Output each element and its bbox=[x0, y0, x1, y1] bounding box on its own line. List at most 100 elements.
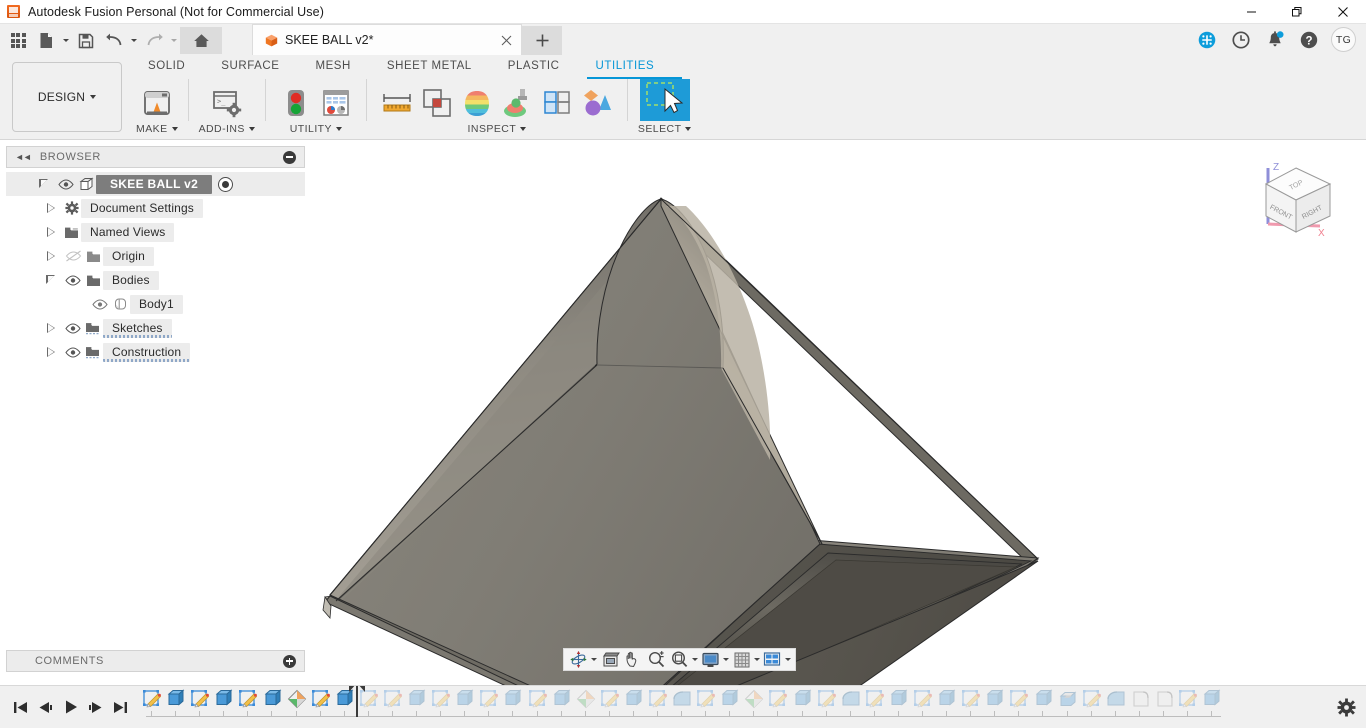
visibility-eye-icon[interactable] bbox=[62, 268, 84, 292]
close-icon[interactable] bbox=[1320, 0, 1366, 24]
timeline-feature-sketch[interactable] bbox=[863, 689, 887, 715]
undo-caret-icon[interactable] bbox=[128, 27, 140, 54]
fit-caret-icon[interactable] bbox=[691, 649, 700, 670]
expander-right-icon[interactable] bbox=[40, 220, 62, 244]
new-file-caret-icon[interactable] bbox=[60, 27, 72, 54]
close-icon[interactable] bbox=[495, 29, 517, 51]
grid-snap-button[interactable] bbox=[731, 649, 753, 670]
timeline-feature-extrude[interactable] bbox=[622, 689, 646, 715]
timeline-feature-appearance[interactable] bbox=[574, 689, 598, 715]
expander-right-icon[interactable] bbox=[40, 316, 62, 340]
panel-utility-footer[interactable]: UTILITY bbox=[290, 121, 343, 136]
tree-item-sketches[interactable]: Sketches bbox=[6, 316, 305, 340]
tree-item-named-views[interactable]: Named Views bbox=[6, 220, 305, 244]
tree-item-skee-ball-v2[interactable]: SKEE BALL v2 bbox=[6, 172, 305, 196]
timeline-feature-shell[interactable] bbox=[1056, 689, 1080, 715]
tree-item-document-settings[interactable]: Document Settings bbox=[6, 196, 305, 220]
pan-button[interactable] bbox=[622, 649, 645, 670]
event-viewer-button[interactable] bbox=[316, 81, 356, 121]
timeline-feature-sketch[interactable] bbox=[236, 689, 260, 715]
timeline-feature-extrude[interactable] bbox=[405, 689, 429, 715]
timeline-feature-sketch[interactable] bbox=[1176, 689, 1200, 715]
visibility-eye-icon[interactable] bbox=[55, 172, 77, 196]
timeline-feature-extrude[interactable] bbox=[212, 689, 236, 715]
interference-button[interactable] bbox=[417, 81, 457, 121]
timeline-settings-button[interactable] bbox=[1326, 686, 1366, 728]
expander-right-icon[interactable] bbox=[40, 244, 62, 268]
view-cube[interactable]: Z X TOP FRONT RIGHT bbox=[1246, 154, 1346, 250]
timeline-feature-patch[interactable] bbox=[1128, 689, 1152, 715]
timeline-feature-extrude[interactable] bbox=[453, 689, 477, 715]
workspace-switcher-button[interactable]: DESIGN bbox=[12, 62, 122, 132]
panel-select-footer[interactable]: SELECT bbox=[638, 121, 692, 136]
zoom-button[interactable] bbox=[645, 649, 668, 670]
timeline-feature-extrude[interactable] bbox=[1200, 689, 1224, 715]
timeline-feature-extrude[interactable] bbox=[260, 689, 284, 715]
compute-all-button[interactable] bbox=[276, 81, 316, 121]
tree-item-bodies[interactable]: Bodies bbox=[6, 268, 305, 292]
minus-circle-icon[interactable] bbox=[283, 150, 296, 164]
timeline-feature-patch[interactable] bbox=[1152, 689, 1176, 715]
step-forward-button[interactable] bbox=[83, 692, 108, 722]
minimize-icon[interactable] bbox=[1228, 0, 1274, 24]
orbit-button[interactable] bbox=[567, 649, 590, 670]
extension-manager-icon[interactable] bbox=[1190, 24, 1224, 55]
select-tool-button[interactable] bbox=[639, 79, 690, 121]
fit-button[interactable] bbox=[668, 649, 691, 670]
timeline-feature-extrude[interactable] bbox=[1031, 689, 1055, 715]
scripts-and-addins-button[interactable]: >_ bbox=[207, 81, 247, 121]
activate-component-radio[interactable] bbox=[218, 176, 234, 192]
user-avatar[interactable]: TG bbox=[1331, 27, 1356, 52]
go-to-beginning-button[interactable] bbox=[8, 692, 33, 722]
timeline-feature-extrude[interactable] bbox=[164, 689, 188, 715]
timeline-feature-fillet[interactable] bbox=[839, 689, 863, 715]
timeline-feature-appearance[interactable] bbox=[285, 689, 309, 715]
collapse-left-icon[interactable]: ◄◄ bbox=[15, 152, 32, 162]
timeline-feature-sketch[interactable] bbox=[766, 689, 790, 715]
new-tab-button[interactable] bbox=[522, 26, 562, 55]
expander-down-icon[interactable] bbox=[40, 268, 62, 292]
tree-item-body1[interactable]: Body1 bbox=[6, 292, 305, 316]
go-to-end-button[interactable] bbox=[108, 692, 133, 722]
timeline-feature-fillet[interactable] bbox=[1104, 689, 1128, 715]
visibility-eye-hidden-icon[interactable] bbox=[62, 244, 84, 268]
bell-icon[interactable] bbox=[1258, 24, 1292, 55]
app-grid-button[interactable] bbox=[4, 27, 32, 54]
timeline-feature-sketch[interactable] bbox=[959, 689, 983, 715]
plus-circle-icon[interactable] bbox=[283, 654, 296, 668]
visibility-eye-icon[interactable] bbox=[62, 316, 84, 340]
timeline-feature-sketch[interactable] bbox=[188, 689, 212, 715]
measure-button[interactable] bbox=[377, 81, 417, 121]
display-settings-caret-icon[interactable] bbox=[722, 649, 731, 670]
timeline-feature-sketch[interactable] bbox=[381, 689, 405, 715]
timeline-track[interactable] bbox=[140, 685, 1326, 728]
timeline-feature-extrude[interactable] bbox=[550, 689, 574, 715]
timeline-feature-extrude[interactable] bbox=[791, 689, 815, 715]
tab-plastic[interactable]: PLASTIC bbox=[508, 57, 560, 76]
new-file-button[interactable] bbox=[32, 27, 60, 54]
zebra-analysis-button[interactable] bbox=[497, 81, 537, 121]
clock-icon[interactable] bbox=[1224, 24, 1258, 55]
3d-print-button[interactable] bbox=[137, 81, 177, 121]
document-tab-skee-ball[interactable]: SKEE BALL v2* bbox=[252, 24, 522, 55]
viewports-caret-icon[interactable] bbox=[783, 649, 792, 670]
timeline-feature-sketch[interactable] bbox=[911, 689, 935, 715]
viewports-button[interactable] bbox=[761, 649, 783, 670]
timeline-feature-sketch[interactable] bbox=[1080, 689, 1104, 715]
timeline-feature-sketch[interactable] bbox=[694, 689, 718, 715]
expander-down-icon[interactable] bbox=[33, 172, 55, 196]
home-button[interactable] bbox=[180, 27, 222, 54]
timeline-feature-sketch[interactable] bbox=[526, 689, 550, 715]
curvature-comb-analysis-button[interactable] bbox=[457, 81, 497, 121]
restore-icon[interactable] bbox=[1274, 0, 1320, 24]
grid-snap-caret-icon[interactable] bbox=[753, 649, 762, 670]
visibility-eye-icon[interactable] bbox=[62, 340, 84, 364]
timeline-feature-sketch[interactable] bbox=[309, 689, 333, 715]
timeline-feature-sketch[interactable] bbox=[429, 689, 453, 715]
look-at-button[interactable] bbox=[599, 649, 622, 670]
tab-utilities[interactable]: UTILITIES bbox=[586, 57, 663, 79]
timeline-feature-fillet[interactable] bbox=[670, 689, 694, 715]
draft-analysis-button[interactable] bbox=[537, 81, 577, 121]
expander-right-icon[interactable] bbox=[40, 196, 62, 220]
timeline-feature-extrude[interactable] bbox=[501, 689, 525, 715]
